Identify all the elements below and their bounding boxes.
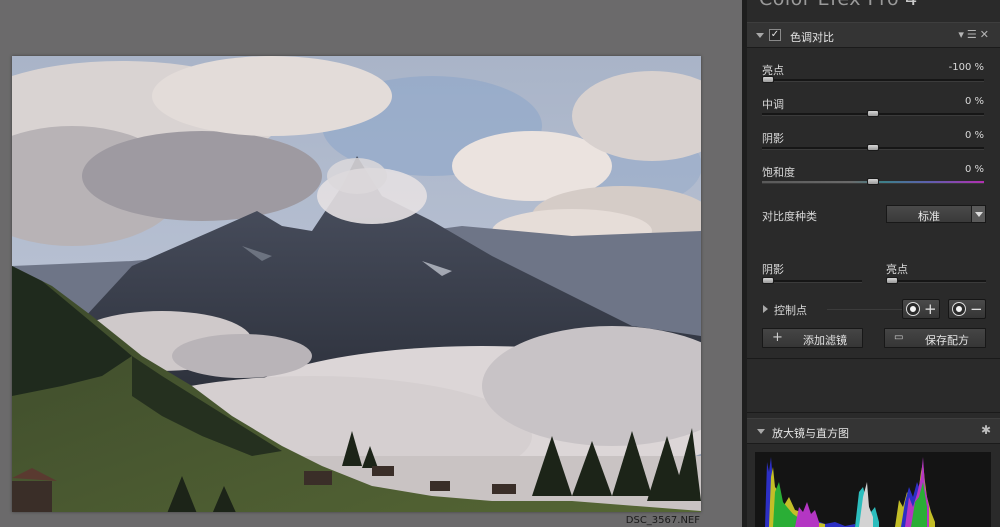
close-icon[interactable]: ✕ <box>980 28 992 41</box>
add-control-point-button[interactable]: + <box>902 299 940 319</box>
slider-label: 中调 <box>762 98 784 111</box>
app-title: Color Efex Pro 4 <box>759 0 918 12</box>
slider-midtones: 中调 0 % <box>747 96 1000 130</box>
contrast-type-label: 对比度种类 <box>762 210 817 223</box>
slider-highlights: 亮点 -100 % <box>747 62 1000 96</box>
chevron-down-icon[interactable] <box>971 206 985 222</box>
preview-image[interactable] <box>12 56 701 512</box>
slider-label: 饱和度 <box>762 166 795 179</box>
mini-slider-knob[interactable] <box>762 277 774 284</box>
control-point-icon <box>953 303 965 315</box>
remove-control-point-button[interactable]: − <box>948 299 986 319</box>
pin-icon[interactable]: ✱ <box>981 423 991 437</box>
save-recipe-button[interactable]: ▭ 保存配方 <box>884 328 986 348</box>
filter-name: 色调对比 <box>790 31 834 44</box>
mini-slider-label: 阴影 <box>762 263 784 276</box>
contrast-type-row: 对比度种类 标准 <box>747 203 1000 227</box>
mini-slider-highlights: 亮点 <box>886 261 986 291</box>
add-filter-label: 添加滤镜 <box>803 334 847 347</box>
recipe-icon: ▭ <box>894 332 904 343</box>
collapse-loupe-icon[interactable] <box>757 429 765 434</box>
preview-filename: DSC_3567.NEF <box>625 515 700 526</box>
slider-value[interactable]: 0 % <box>965 96 984 107</box>
contrast-type-select[interactable]: 标准 <box>886 205 986 223</box>
slider-knob[interactable] <box>867 178 879 185</box>
loupe-title: 放大镜与直方图 <box>772 427 849 440</box>
action-row: + 添加滤镜 ▭ 保存配方 <box>747 328 1000 350</box>
slider-knob[interactable] <box>867 110 879 117</box>
mini-slider-track[interactable] <box>886 280 986 283</box>
slider-saturation: 饱和度 0 % <box>747 164 1000 198</box>
menu-icon[interactable]: ▾☰ <box>958 28 979 41</box>
app-title-text: Color Efex Pro <box>759 0 899 10</box>
control-points-row: 控制点 + − <box>747 297 1000 321</box>
save-recipe-label: 保存配方 <box>925 334 969 347</box>
slider-value[interactable]: 0 % <box>965 164 984 175</box>
filter-header[interactable]: ✓ 色调对比 ▾☰✕ <box>747 22 1000 48</box>
filter-header-actions: ▾☰✕ <box>958 28 992 41</box>
plus-icon: + <box>772 330 783 345</box>
mini-slider-track[interactable] <box>762 280 862 283</box>
slider-knob[interactable] <box>867 144 879 151</box>
filter-panel: Color Efex Pro 4 ✓ 色调对比 ▾☰✕ 亮点 -100 % 中调 … <box>747 0 1000 527</box>
control-points-label: 控制点 <box>774 304 807 317</box>
mini-slider-shadows: 阴影 <box>762 261 862 291</box>
plus-icon: + <box>924 300 937 318</box>
histogram <box>755 452 991 527</box>
control-point-icon <box>907 303 919 315</box>
divider <box>827 309 902 310</box>
mountain-landscape-photo <box>12 56 701 512</box>
slider-knob[interactable] <box>762 76 774 83</box>
app-version: 4 <box>905 0 918 10</box>
slider-label: 阴影 <box>762 132 784 145</box>
collapse-filter-icon[interactable] <box>756 33 764 38</box>
mini-slider-knob[interactable] <box>886 277 898 284</box>
slider-value[interactable]: 0 % <box>965 130 984 141</box>
loupe-header[interactable]: 放大镜与直方图 ✱ <box>747 418 1000 444</box>
minus-icon: − <box>970 300 983 318</box>
divider <box>747 412 1000 413</box>
contrast-type-value: 标准 <box>918 210 940 223</box>
preview-canvas: DSC_3567.NEF <box>0 0 742 527</box>
slider-value[interactable]: -100 % <box>949 62 984 73</box>
add-filter-button[interactable]: + 添加滤镜 <box>762 328 863 348</box>
divider <box>747 358 1000 359</box>
slider-shadows: 阴影 0 % <box>747 130 1000 164</box>
expand-control-points-icon[interactable] <box>763 305 768 313</box>
histogram-graph <box>765 457 935 527</box>
filter-enable-checkbox[interactable]: ✓ <box>769 29 781 41</box>
mini-slider-label: 亮点 <box>886 263 908 276</box>
slider-track[interactable] <box>762 79 984 82</box>
